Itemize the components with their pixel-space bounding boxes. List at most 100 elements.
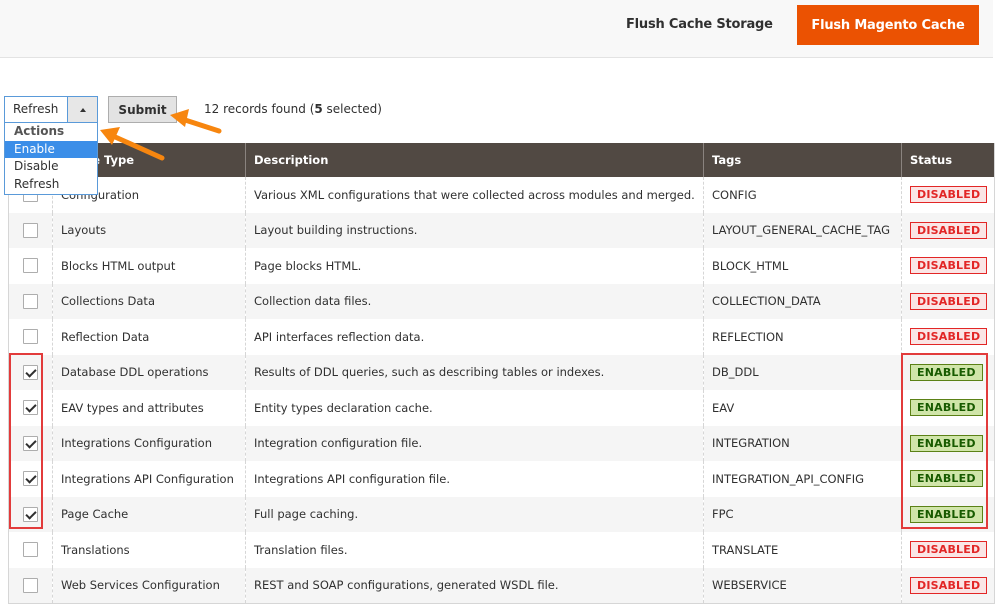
- row-select-cell: [8, 283, 53, 319]
- row-checkbox[interactable]: [23, 293, 38, 309]
- cache-type-cell: Integrations API Configuration: [52, 461, 246, 497]
- description-cell: Page blocks HTML.: [245, 248, 704, 284]
- row-select-cell: [8, 212, 53, 248]
- records-found-text: 12 records found (5 selected): [204, 102, 382, 116]
- submit-button[interactable]: Submit: [108, 96, 177, 123]
- tags-cell: EAV: [703, 390, 902, 426]
- row-select-cell: [8, 496, 53, 532]
- status-cell: DISABLED: [901, 212, 995, 248]
- status-badge: ENABLED: [910, 470, 983, 488]
- status-cell: DISABLED: [901, 567, 995, 603]
- row-checkbox[interactable]: [23, 222, 38, 238]
- row-select-cell: [8, 567, 53, 603]
- tags-cell: REFLECTION: [703, 319, 902, 355]
- status-cell: ENABLED: [901, 425, 995, 461]
- page-actions-bar: Flush Cache Storage Flush Magento Cache: [0, 0, 993, 58]
- col-header-status[interactable]: Status: [901, 143, 995, 177]
- tags-cell: LAYOUT_GENERAL_CACHE_TAG: [703, 212, 902, 248]
- mass-action-select[interactable]: Refresh: [4, 96, 98, 123]
- cache-type-cell: Integrations Configuration: [52, 425, 246, 461]
- table-row[interactable]: EAV types and attributes Entity types dec…: [8, 390, 995, 426]
- row-select-cell: [8, 319, 53, 355]
- table-row[interactable]: Integrations API Configuration Integratio…: [8, 461, 995, 497]
- status-badge: DISABLED: [910, 221, 988, 239]
- description-cell: REST and SOAP configurations, generated …: [245, 567, 704, 603]
- mass-action-option-disable[interactable]: Disable: [5, 158, 97, 176]
- description-cell: Collection data files.: [245, 283, 704, 319]
- description-cell: Various XML configurations that were col…: [245, 177, 704, 213]
- status-cell: ENABLED: [901, 461, 995, 497]
- grid-header-row: Cache Type Description Tags Status: [8, 143, 995, 177]
- status-badge: DISABLED: [910, 257, 988, 275]
- description-cell: Layout building instructions.: [245, 212, 704, 248]
- col-header-tags[interactable]: Tags: [703, 143, 902, 177]
- table-row[interactable]: Integrations Configuration Integration co…: [8, 425, 995, 461]
- table-row[interactable]: Collections Data Collection data files. CO…: [8, 283, 995, 319]
- cache-type-cell: Collections Data: [52, 283, 246, 319]
- status-badge: DISABLED: [910, 328, 988, 346]
- row-checkbox[interactable]: [23, 577, 38, 593]
- row-checkbox[interactable]: [23, 435, 38, 451]
- description-cell: Entity types declaration cache.: [245, 390, 704, 426]
- row-checkbox[interactable]: [23, 471, 38, 487]
- status-badge: ENABLED: [910, 505, 983, 523]
- cache-type-cell: Translations: [52, 532, 246, 568]
- table-row[interactable]: Translations Translation files. TRANSLATE D…: [8, 532, 995, 568]
- table-row[interactable]: Database DDL operations Results of DDL qu…: [8, 354, 995, 390]
- row-select-cell: [8, 390, 53, 426]
- flush-cache-storage-button[interactable]: Flush Cache Storage: [612, 5, 787, 43]
- status-badge: DISABLED: [910, 541, 988, 559]
- row-select-cell: [8, 532, 53, 568]
- description-cell: Results of DDL queries, such as describi…: [245, 354, 704, 390]
- cache-type-cell: Reflection Data: [52, 319, 246, 355]
- cache-type-cell: Page Cache: [52, 496, 246, 532]
- description-cell: Integrations API configuration file.: [245, 461, 704, 497]
- status-badge: ENABLED: [910, 399, 983, 417]
- chevron-up-icon[interactable]: [67, 97, 97, 122]
- status-badge: ENABLED: [910, 434, 983, 452]
- status-cell: ENABLED: [901, 390, 995, 426]
- cache-type-cell: Layouts: [52, 212, 246, 248]
- row-checkbox[interactable]: [23, 506, 38, 522]
- description-cell: API interfaces reflection data.: [245, 319, 704, 355]
- row-checkbox[interactable]: [23, 364, 38, 380]
- mass-action-option-refresh[interactable]: Refresh: [5, 176, 97, 194]
- row-checkbox[interactable]: [23, 329, 38, 345]
- tags-cell: FPC: [703, 496, 902, 532]
- table-row[interactable]: Blocks HTML output Page blocks HTML. BLOCK…: [8, 248, 995, 284]
- col-header-description[interactable]: Description: [245, 143, 704, 177]
- status-cell: DISABLED: [901, 283, 995, 319]
- row-checkbox[interactable]: [23, 258, 38, 274]
- row-select-cell: [8, 248, 53, 284]
- tags-cell: INTEGRATION_API_CONFIG: [703, 461, 902, 497]
- flush-magento-cache-button[interactable]: Flush Magento Cache: [797, 5, 979, 45]
- description-cell: Translation files.: [245, 532, 704, 568]
- row-checkbox[interactable]: [23, 400, 38, 416]
- cache-grid: Cache Type Description Tags Status Confi…: [8, 143, 995, 604]
- status-cell: DISABLED: [901, 319, 995, 355]
- row-select-cell: [8, 461, 53, 497]
- table-row[interactable]: Configuration Various XML configurations …: [8, 177, 995, 213]
- tags-cell: DB_DDL: [703, 354, 902, 390]
- tags-cell: COLLECTION_DATA: [703, 283, 902, 319]
- table-row[interactable]: Page Cache Full page caching. FPC ENABLED: [8, 496, 995, 532]
- row-checkbox[interactable]: [23, 542, 38, 558]
- status-badge: DISABLED: [910, 186, 988, 204]
- table-row[interactable]: Reflection Data API interfaces reflection…: [8, 319, 995, 355]
- status-badge: DISABLED: [910, 292, 988, 310]
- cache-type-cell: Web Services Configuration: [52, 567, 246, 603]
- row-select-cell: [8, 425, 53, 461]
- status-cell: DISABLED: [901, 248, 995, 284]
- table-row[interactable]: Web Services Configuration REST and SOAP …: [8, 567, 995, 603]
- description-cell: Full page caching.: [245, 496, 704, 532]
- mass-action-selected-value: Refresh: [13, 102, 59, 116]
- tags-cell: BLOCK_HTML: [703, 248, 902, 284]
- selected-count: 5: [314, 102, 323, 116]
- table-row[interactable]: Layouts Layout building instructions. LAYO…: [8, 212, 995, 248]
- cache-type-cell: Blocks HTML output: [52, 248, 246, 284]
- description-cell: Integration configuration file.: [245, 425, 704, 461]
- status-cell: ENABLED: [901, 496, 995, 532]
- status-cell: DISABLED: [901, 532, 995, 568]
- mass-action-group-label: Actions: [14, 124, 65, 138]
- mass-action-option-enable[interactable]: Enable: [5, 140, 97, 158]
